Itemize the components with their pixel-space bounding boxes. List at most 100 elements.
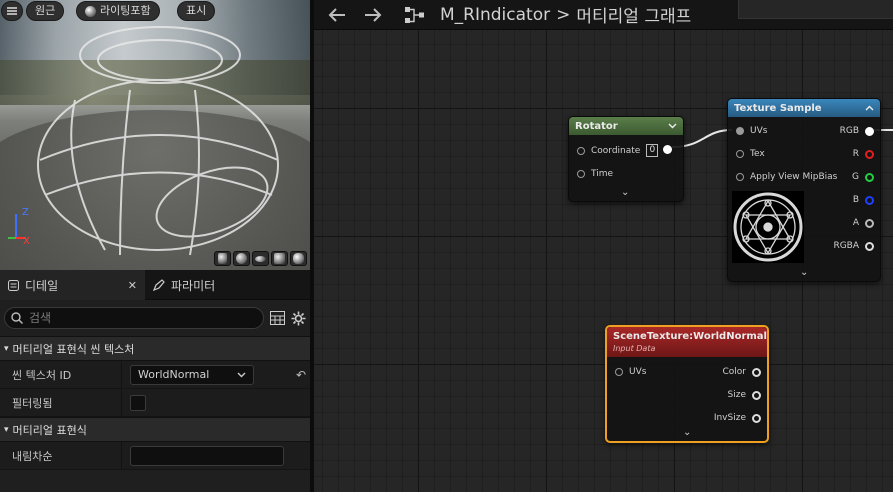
perspective-button[interactable]: 원근 xyxy=(26,1,65,21)
plane-icon xyxy=(255,255,266,262)
input-pin-icon[interactable] xyxy=(736,150,744,158)
pin-label: Tex xyxy=(750,149,765,159)
preview-shape-toolbar xyxy=(214,251,307,266)
category-title: 머티리얼 표현식 씬 텍스처 xyxy=(12,342,135,356)
chevron-down-icon[interactable] xyxy=(668,123,677,129)
output-pin-icon[interactable] xyxy=(865,126,874,136)
hamburger-icon xyxy=(7,7,17,15)
details-tab-bar: 디테일 ✕ 파라미터 xyxy=(0,270,310,300)
output-pin-icon[interactable] xyxy=(752,367,761,377)
pin-label: R xyxy=(852,149,859,159)
output-pin-icon[interactable] xyxy=(752,413,761,423)
pin-rgb[interactable]: RGB xyxy=(840,126,874,136)
expand-chevron-icon[interactable]: ⌄ xyxy=(621,187,629,198)
pencil-icon xyxy=(153,279,165,291)
breadcrumb-graph[interactable]: 머티리얼 그래프 xyxy=(576,2,691,27)
viewport-menu-button[interactable] xyxy=(1,1,23,21)
tab-details[interactable]: 디테일 ✕ xyxy=(0,270,145,300)
lighting-label: 라이팅포함 xyxy=(100,4,151,17)
pin-time[interactable]: Time xyxy=(577,169,613,179)
expand-chevron-icon[interactable]: ⌄ xyxy=(683,427,691,438)
output-pin-icon[interactable] xyxy=(663,145,672,154)
node-title-bar[interactable]: Texture Sample xyxy=(728,99,880,117)
node-title-bar[interactable]: SceneTexture:WorldNormal Input Data xyxy=(607,327,767,357)
scene-texture-node[interactable]: SceneTexture:WorldNormal Input Data UVs … xyxy=(605,325,769,443)
pin-label: UVs xyxy=(750,126,768,136)
output-pin-icon[interactable] xyxy=(752,390,761,400)
node-title-bar[interactable]: Rotator xyxy=(569,117,683,135)
property-value xyxy=(122,389,310,416)
output-pin-icon[interactable] xyxy=(865,218,874,228)
pin-color[interactable]: Color xyxy=(723,367,761,377)
input-pin-icon[interactable] xyxy=(736,127,744,135)
search-box[interactable] xyxy=(4,307,264,329)
pin-label: RGBA xyxy=(833,241,859,251)
pin-invsize[interactable]: InvSize xyxy=(714,413,761,423)
scene-texture-id-dropdown[interactable]: WorldNormal xyxy=(130,364,254,385)
pin-label: Apply View MipBias xyxy=(750,172,838,182)
input-pin-icon[interactable] xyxy=(736,173,744,181)
rotator-node[interactable]: Rotator Coordinate 0 Time ⌄ xyxy=(568,116,684,202)
gear-icon[interactable] xyxy=(291,311,306,326)
pin-size[interactable]: Size xyxy=(728,390,761,400)
texture-thumbnail xyxy=(732,191,804,263)
expand-chevron-icon[interactable]: ⌄ xyxy=(800,267,808,278)
details-search-row xyxy=(0,300,310,336)
chevron-up-icon[interactable] xyxy=(865,105,874,111)
filtered-checkbox[interactable] xyxy=(130,394,146,411)
search-input[interactable] xyxy=(29,311,229,325)
back-button[interactable] xyxy=(324,0,350,30)
pin-b[interactable]: B xyxy=(853,195,874,205)
input-pin-icon[interactable] xyxy=(577,170,585,178)
output-pin-icon[interactable] xyxy=(865,149,874,159)
coordinate-value[interactable]: 0 xyxy=(646,144,659,157)
forward-button[interactable] xyxy=(360,0,386,30)
breadcrumb-asset[interactable]: M_RIndicator xyxy=(440,5,550,25)
chevron-down-icon: ▾ xyxy=(4,424,9,435)
property-value: WorldNormal ↶ xyxy=(122,361,310,388)
category-scene-texture[interactable]: ▾ 머티리얼 표현식 씬 텍스처 xyxy=(0,336,310,361)
node-subtitle: Input Data xyxy=(613,344,656,353)
plane-button[interactable] xyxy=(252,251,269,266)
tab-parameters[interactable]: 파라미터 xyxy=(145,270,223,300)
pin-g[interactable]: G xyxy=(852,172,874,182)
output-pin-icon[interactable] xyxy=(865,241,874,251)
material-graph[interactable]: M_RIndicator > 머티리얼 그래프 Rotator Coordina… xyxy=(314,0,893,492)
reset-icon[interactable]: ↶ xyxy=(296,368,306,382)
tab-details-label: 디테일 xyxy=(25,278,59,293)
input-pin-icon[interactable] xyxy=(615,368,623,376)
show-button[interactable]: 표시 xyxy=(177,1,216,21)
pin-tex[interactable]: Tex xyxy=(736,149,765,159)
preview-viewport[interactable]: 원근 라이팅포함 표시 Z X xyxy=(0,0,310,270)
pin-coordinate[interactable]: Coordinate 0 xyxy=(577,144,659,157)
pin-apply-view-mipbias[interactable]: Apply View MipBias xyxy=(736,172,837,182)
texture-sample-node[interactable]: Texture Sample UVs Tex Apply View MipBia… xyxy=(727,98,881,282)
teapot-button[interactable] xyxy=(290,251,307,266)
pin-label: UVs xyxy=(629,367,647,377)
cube-icon xyxy=(274,253,285,264)
pin-label: RGB xyxy=(839,126,859,136)
pin-uvs[interactable]: UVs xyxy=(736,126,767,136)
pin-label: InvSize xyxy=(713,413,746,423)
input-pin-icon[interactable] xyxy=(577,146,585,155)
output-pin-icon[interactable] xyxy=(865,172,874,182)
output-pin-icon[interactable] xyxy=(865,195,874,205)
pin-a[interactable]: A xyxy=(853,218,874,228)
lighting-button[interactable]: 라이팅포함 xyxy=(76,1,160,21)
node-title: Texture Sample xyxy=(734,102,822,114)
breadcrumb-separator: > xyxy=(556,4,571,25)
pin-rgba[interactable]: RGBA xyxy=(833,241,874,251)
axis-z-label: Z xyxy=(22,207,29,218)
pin-uvs[interactable]: UVs xyxy=(615,367,646,377)
desc-text-field[interactable] xyxy=(130,445,284,466)
sphere-button[interactable] xyxy=(233,251,250,266)
cylinder-button[interactable] xyxy=(214,251,231,266)
dropdown-value: WorldNormal xyxy=(138,368,210,381)
cube-button[interactable] xyxy=(271,251,288,266)
pin-r[interactable]: R xyxy=(853,149,874,159)
close-icon[interactable]: ✕ xyxy=(128,279,137,292)
category-material-expression[interactable]: ▾ 머티리얼 표현식 xyxy=(0,417,310,442)
pin-label: Coordinate xyxy=(591,145,641,156)
graph-icon xyxy=(405,6,424,23)
table-view-icon[interactable] xyxy=(270,311,285,325)
